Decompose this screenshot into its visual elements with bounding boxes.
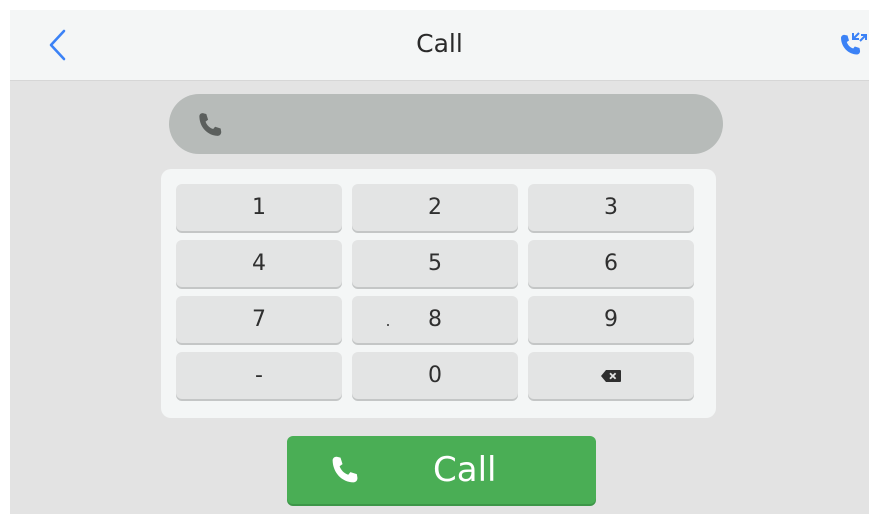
dial-keypad: 1 2 3 4 5 6 7 8 9 - 0 <box>161 169 716 418</box>
key-label: 7 <box>252 307 266 332</box>
call-button[interactable]: Call <box>287 436 596 504</box>
key-label: - <box>255 363 263 388</box>
key-label: 2 <box>428 195 442 220</box>
dot-mark <box>387 324 389 326</box>
page-title: Call <box>416 29 463 58</box>
key-label: 1 <box>252 195 266 220</box>
key-5[interactable]: 5 <box>352 240 518 287</box>
key-4[interactable]: 4 <box>176 240 342 287</box>
call-history-button[interactable] <box>835 28 869 62</box>
key-label: 5 <box>428 251 442 276</box>
key-label: 3 <box>604 195 618 220</box>
key-0[interactable]: 0 <box>352 352 518 399</box>
phone-icon <box>332 456 358 483</box>
key-label: 0 <box>428 363 442 388</box>
key-2[interactable]: 2 <box>352 184 518 231</box>
key-3[interactable]: 3 <box>528 184 694 231</box>
header-bar: Call <box>10 10 869 81</box>
key-dash[interactable]: - <box>176 352 342 399</box>
key-9[interactable]: 9 <box>528 296 694 343</box>
key-7[interactable]: 7 <box>176 296 342 343</box>
key-label: 9 <box>604 307 618 332</box>
call-history-icon <box>841 32 867 55</box>
call-screen: Call 1 2 3 4 5 6 7 8 9 - 0 Call <box>10 10 869 514</box>
key-6[interactable]: 6 <box>528 240 694 287</box>
phone-icon <box>199 113 222 136</box>
key-8[interactable]: 8 <box>352 296 518 343</box>
key-label: 8 <box>428 307 442 332</box>
key-1[interactable]: 1 <box>176 184 342 231</box>
backspace-icon <box>601 369 621 382</box>
key-backspace[interactable] <box>528 352 694 399</box>
number-input-field[interactable] <box>169 94 723 154</box>
key-label: 4 <box>252 251 266 276</box>
key-label: 6 <box>604 251 618 276</box>
call-button-label: Call <box>433 450 497 490</box>
